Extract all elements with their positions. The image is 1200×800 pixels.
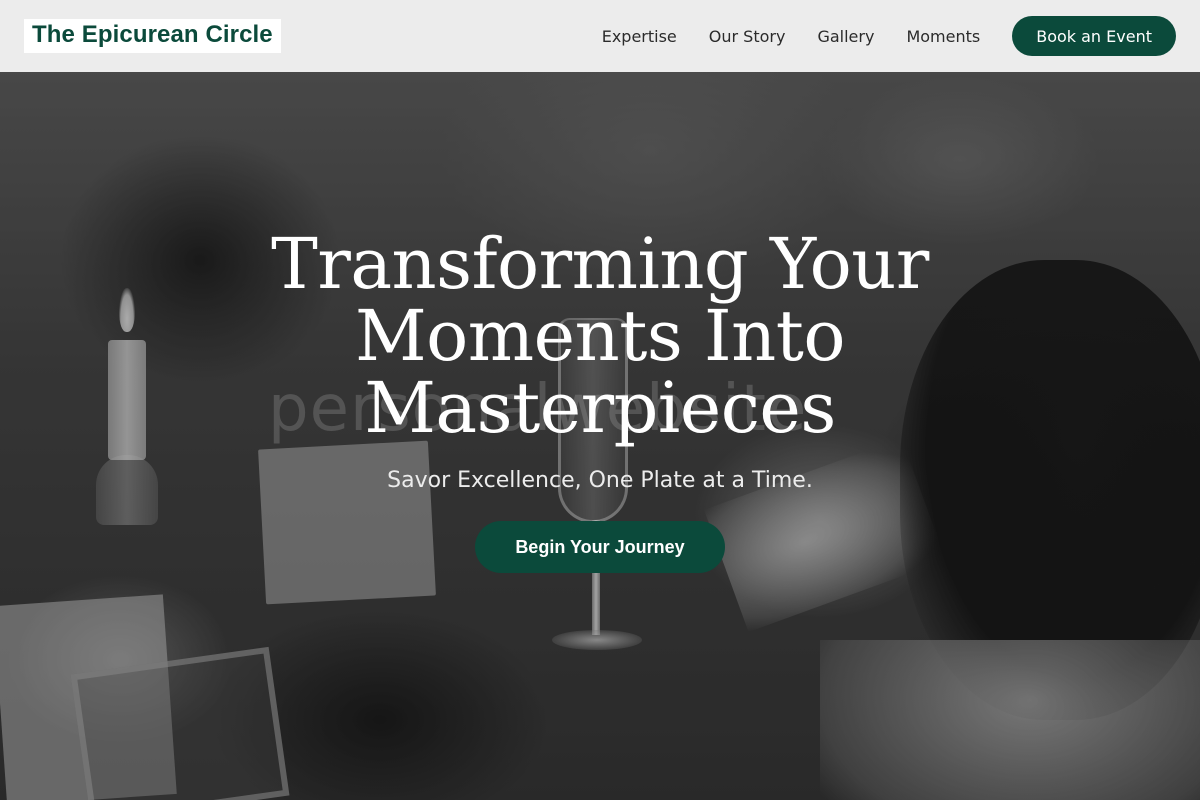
page: personalwebsite The Epicurean Circle Exp… — [0, 0, 1200, 800]
nav-link-moments[interactable]: Moments — [906, 27, 980, 46]
hero-title: Transforming Your Moments Into Masterpie… — [271, 223, 929, 449]
brand-logo[interactable]: The Epicurean Circle — [24, 19, 281, 53]
nav-link-our-story[interactable]: Our Story — [709, 27, 786, 46]
nav-link-gallery[interactable]: Gallery — [817, 27, 874, 46]
main-nav: Expertise Our Story Gallery Moments Book… — [570, 16, 1176, 56]
site-header: The Epicurean Circle Expertise Our Story… — [0, 0, 1200, 72]
begin-journey-button[interactable]: Begin Your Journey — [475, 521, 725, 573]
nav-link-expertise[interactable]: Expertise — [602, 27, 677, 46]
hero-section: Transforming Your Moments Into Masterpie… — [0, 228, 1200, 573]
book-event-button[interactable]: Book an Event — [1012, 16, 1176, 56]
hero-subtitle: Savor Excellence, One Plate at a Time. — [387, 468, 813, 493]
